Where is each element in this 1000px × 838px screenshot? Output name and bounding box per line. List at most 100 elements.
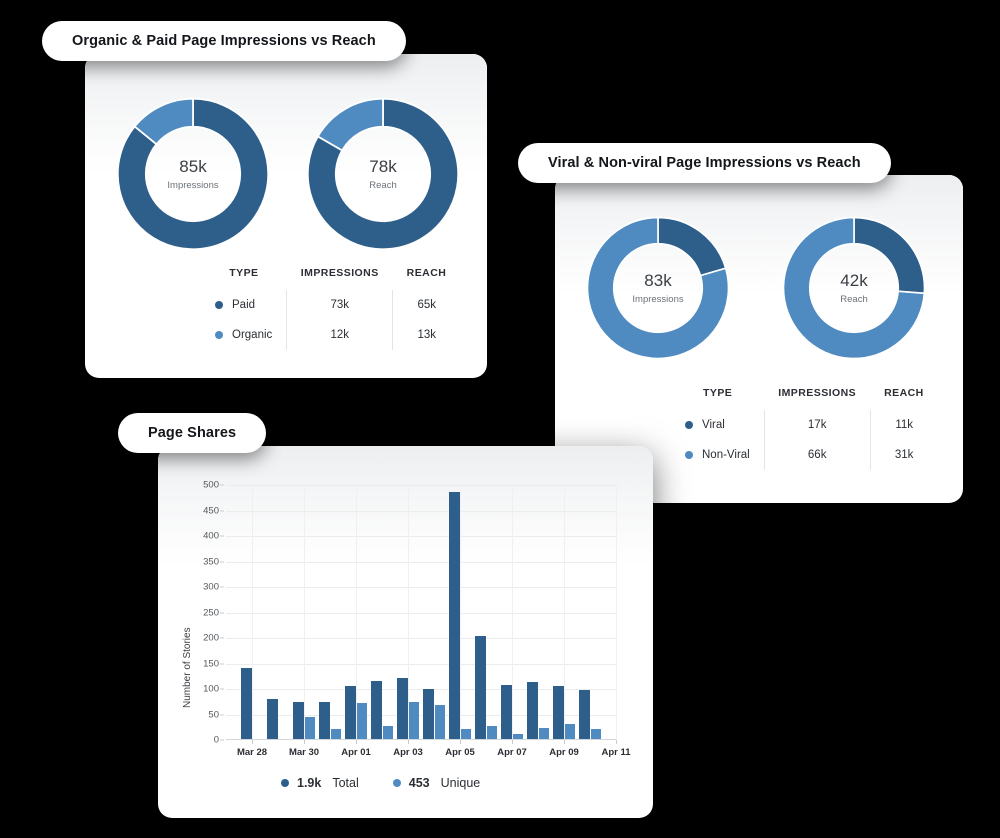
grid-line [226, 510, 616, 512]
plot-area: 0 50 100 150 200 250 300 350 400 450 500 Mar 28 Mar … [203, 480, 630, 759]
y-axis-tick-label: 400 [203, 530, 219, 542]
x-axis-tick-mark [564, 740, 565, 744]
x-axis-tick-mark [512, 740, 513, 744]
legend-item-unique[interactable]: 453 Unique [392, 776, 481, 790]
cell-reach: 11k [869, 410, 938, 440]
bar-total[interactable] [293, 701, 304, 740]
y-axis-tick-mark [220, 637, 224, 639]
card-page-shares: 0 50 100 150 200 250 300 350 400 450 500 Mar 28 Mar … [158, 446, 653, 818]
donut-svg [782, 216, 926, 360]
bar-total[interactable] [241, 667, 252, 740]
bar-total[interactable] [345, 686, 356, 740]
card-title-page-shares: Page Shares [118, 413, 267, 453]
y-axis-tick-label: 250 [203, 607, 219, 618]
x-axis-tick-mark [304, 740, 305, 744]
legend-dot-icon [685, 451, 693, 459]
donut-viral-impressions: 83k Impressions [583, 213, 733, 363]
table-row: Paid 73k 65k [195, 290, 461, 320]
legend-unique-label: Unique [440, 776, 481, 790]
grid-line [226, 612, 616, 614]
card-title-text: Viral & Non-viral Page Impressions vs Re… [548, 155, 861, 171]
grid-line-vertical [252, 485, 253, 740]
grid-line [226, 536, 616, 537]
column-header-impressions: IMPRESSIONS [778, 387, 857, 399]
bar-total[interactable] [553, 686, 564, 740]
x-axis-tick-mark [460, 740, 461, 744]
cell-impressions: 73k [286, 290, 393, 320]
grid-line-vertical [356, 485, 357, 740]
bar-total[interactable] [397, 677, 408, 740]
card-title-viral-nonviral: Viral & Non-viral Page Impressions vs Re… [518, 143, 891, 183]
y-axis-label: Number of Stories [182, 627, 193, 708]
legend-label: Non-Viral [702, 449, 750, 461]
legend-dot-icon [281, 779, 289, 787]
bar-total[interactable] [475, 636, 486, 740]
legend-table-organic-paid: TYPE IMPRESSIONS REACH Paid 73k 65k Orga… [195, 267, 461, 350]
legend-unique-value: 453 [408, 776, 430, 790]
donut-segment [853, 216, 926, 295]
legend-label: Paid [232, 299, 256, 311]
grid-line-vertical [304, 485, 305, 740]
donut-segment [657, 216, 727, 277]
grid-line-vertical [616, 485, 617, 740]
legend-dot-icon [215, 301, 223, 309]
donut-viral-reach: 42k Reach [779, 213, 929, 363]
x-axis-tick-label: Apr 03 [393, 747, 423, 758]
x-axis-tick-label: Apr 05 [445, 747, 475, 758]
x-axis-tick-mark [356, 740, 357, 744]
y-axis-tick-mark [220, 663, 224, 664]
card-title-text: Page Shares [148, 425, 237, 441]
cell-type: Non-Viral [665, 440, 764, 470]
legend-item-total[interactable]: 1.9k Total [281, 776, 359, 790]
table-row: Non-Viral 66k 31k [665, 440, 938, 470]
donut-organic-paid-reach: 78k Reach [303, 94, 463, 254]
y-axis-tick-mark [220, 561, 224, 562]
card-title-organic-paid: Organic & Paid Page Impressions vs Reach [42, 21, 406, 61]
grid-line-vertical [460, 485, 461, 740]
x-axis-tick-mark [616, 740, 617, 744]
y-axis-tick-label: 350 [203, 556, 219, 567]
y-axis-tick-label: 200 [203, 632, 219, 644]
table-header-row: TYPE IMPRESSIONS REACH [195, 267, 460, 290]
y-axis-tick-label: 500 [203, 479, 219, 491]
column-header-reach: REACH [884, 387, 924, 399]
bar-total[interactable] [423, 689, 434, 740]
bar-total[interactable] [579, 690, 590, 740]
legend-total-label: Total [332, 776, 359, 790]
bar-total[interactable] [267, 699, 278, 740]
bar-total[interactable] [501, 684, 512, 740]
y-axis-tick-label: 450 [203, 505, 219, 516]
x-axis-tick-label: Mar 30 [288, 747, 320, 758]
bar-unique[interactable] [408, 702, 419, 740]
bar-total[interactable] [319, 702, 330, 740]
y-axis-tick-label: 300 [203, 581, 219, 593]
legend-total-value: 1.9k [297, 776, 322, 790]
y-axis-tick-mark [220, 739, 224, 741]
grid-line [226, 587, 616, 588]
x-axis-tick-label: Mar 28 [236, 747, 268, 758]
legend-label: Organic [232, 329, 273, 341]
bar-total[interactable] [449, 491, 460, 740]
legend-dot-icon [215, 331, 223, 339]
column-header-type: TYPE [703, 387, 733, 399]
cell-type: Viral [665, 410, 764, 440]
card-organic-paid: 85k Impressions 78k Reach TYPE IMPRESSIO… [85, 54, 487, 378]
grid-line [226, 485, 616, 486]
bar-unique[interactable] [486, 726, 497, 740]
bar-unique[interactable] [304, 716, 315, 740]
table-header-row: TYPE IMPRESSIONS REACH [665, 387, 938, 410]
bar-unique[interactable] [382, 726, 393, 740]
y-axis-tick-label: 0 [213, 734, 219, 746]
card-title-text: Organic & Paid Page Impressions vs Reach [72, 33, 376, 49]
bar-unique[interactable] [564, 723, 575, 740]
x-axis-tick-label: Apr 01 [341, 747, 371, 758]
bar-unique[interactable] [434, 705, 445, 740]
column-header-type: TYPE [229, 267, 259, 279]
cell-reach: 31k [869, 440, 938, 470]
bar-total[interactable] [371, 681, 382, 740]
x-axis-tick-label: Apr 09 [549, 747, 579, 758]
bar-unique[interactable] [356, 702, 367, 740]
bar-total[interactable] [527, 682, 538, 740]
cell-reach: 13k [392, 320, 461, 350]
donut-segment [316, 97, 384, 152]
